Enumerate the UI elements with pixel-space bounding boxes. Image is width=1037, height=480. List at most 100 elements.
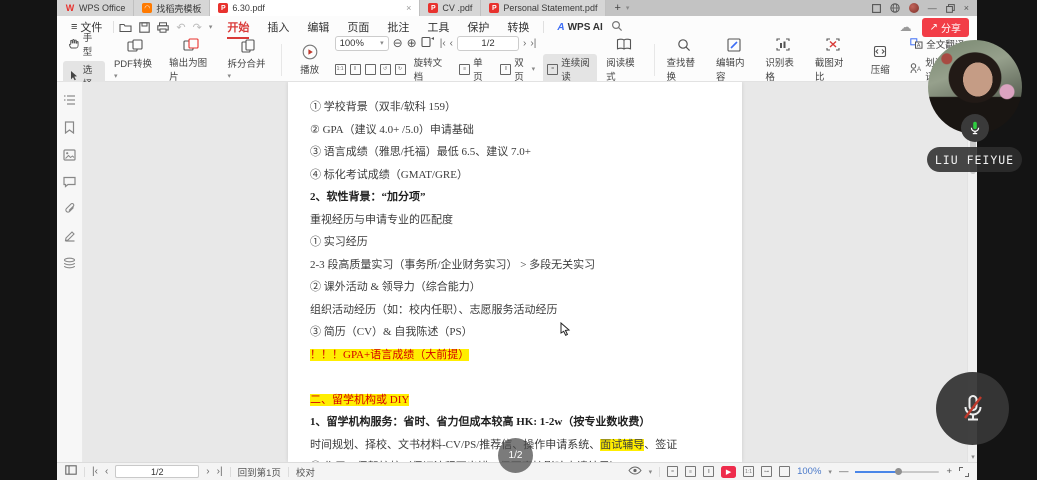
prev-page-button[interactable]: ‹ [450, 38, 453, 49]
chevron-down-icon[interactable]: ▾ [828, 468, 832, 476]
page-number-input[interactable]: 1/2 [115, 465, 199, 478]
menu-item-转换[interactable]: 转换 [498, 17, 538, 37]
actual-size-icon[interactable]: 1:1 [743, 466, 754, 477]
menu-item-开始[interactable]: 开始 [218, 17, 258, 37]
tab-WPS Office[interactable]: WWPS Office [57, 0, 134, 16]
play-button[interactable]: 播放 [289, 42, 331, 78]
page-manage-icon[interactable] [421, 35, 436, 51]
rotate-doc-button[interactable]: 旋转文档 [410, 54, 452, 84]
zoom-select[interactable]: 100% ▾ [335, 36, 389, 51]
scroll-down-icon[interactable]: ▾ [968, 453, 977, 461]
pdf-page[interactable]: ① 学校背景（双非/软科 159）② GPA（建议 4.0+ /5.0）申请基础… [288, 82, 742, 462]
page-number-input[interactable]: 1/2 [457, 36, 519, 51]
tab-label: WPS Office [79, 3, 125, 13]
menu-item-批注[interactable]: 批注 [378, 17, 418, 37]
redo-icon[interactable]: ↷ [193, 21, 202, 34]
attachment-icon[interactable] [64, 203, 76, 215]
export-image-button[interactable]: 输出为图片 [164, 35, 218, 85]
zoom-out-icon[interactable]: ⊖ [393, 37, 403, 49]
share-button[interactable]: ↗ 分享 [922, 18, 969, 37]
close-button[interactable]: × [964, 3, 969, 13]
chevron-down-icon[interactable]: ▾ [209, 23, 213, 31]
next-page-button[interactable]: › [206, 466, 209, 477]
read-mode-button[interactable]: 阅读模式 [601, 35, 646, 85]
tab-wps-ai[interactable]: A WPS AI [549, 22, 610, 33]
continuous-view-icon[interactable]: = [667, 466, 678, 477]
outline-icon[interactable] [63, 94, 76, 106]
first-page-button[interactable]: |‹ [92, 466, 98, 477]
menu-item-插入[interactable]: 插入 [258, 17, 298, 37]
fullscreen-icon[interactable] [959, 467, 969, 477]
edit-content-button[interactable]: 编辑内容 [711, 35, 756, 85]
menu-item-编辑[interactable]: 编辑 [298, 17, 338, 37]
layers-icon[interactable] [63, 257, 76, 269]
print-icon[interactable] [157, 22, 169, 33]
chevron-down-icon[interactable]: ▾ [649, 468, 653, 476]
first-page-button[interactable]: |‹ [440, 38, 446, 49]
single-page-view-icon[interactable]: ≡ [685, 466, 696, 477]
tab-Personal Statement.pdf[interactable]: PPersonal Statement.pdf [481, 0, 606, 16]
zoom-in-button[interactable]: + [946, 466, 952, 477]
tab-6.30.pdf[interactable]: P6.30.pdf× [210, 0, 420, 16]
actual-size-icon[interactable]: 1:1 [335, 64, 346, 75]
split-merge-button[interactable]: 拆分合并 ▾ [222, 36, 273, 83]
zoom-out-button[interactable]: — [839, 466, 849, 477]
tab-label: 6.30.pdf [232, 3, 265, 13]
thumbnail-icon[interactable] [63, 149, 76, 161]
menu-item-保护[interactable]: 保护 [458, 17, 498, 37]
double-page-button[interactable]: ‖ 双页 ▾ [496, 54, 539, 84]
next-page-button[interactable]: › [523, 38, 526, 49]
menu-item-页面[interactable]: 页面 [338, 17, 378, 37]
back-to-page-button[interactable]: 回到第1页 [238, 465, 281, 479]
tab-CV .pdf[interactable]: PCV .pdf [420, 0, 481, 16]
find-replace-label: 查找替换 [667, 55, 702, 83]
find-replace-button[interactable]: 查找替换 [662, 35, 707, 85]
continuous-read-button[interactable]: = 连续阅读 [543, 54, 597, 84]
restore-button[interactable] [946, 4, 955, 13]
globe-icon[interactable] [890, 3, 900, 13]
zoom-slider-knob[interactable] [895, 468, 902, 475]
single-page-button[interactable]: ≡ 单页 [455, 54, 492, 84]
fit-width-icon[interactable]: ‖ [350, 64, 361, 75]
menu-item-工具[interactable]: 工具 [418, 17, 458, 37]
mute-mic-button[interactable] [936, 372, 1009, 445]
eye-icon[interactable] [628, 466, 642, 478]
signature-icon[interactable] [64, 230, 76, 242]
fit-page-icon[interactable] [779, 466, 790, 477]
zoom-in-icon[interactable]: ⊕ [407, 37, 417, 49]
open-folder-icon[interactable] [119, 22, 132, 33]
panel-toggle-icon[interactable] [65, 465, 77, 478]
bookmark-icon[interactable] [64, 121, 75, 134]
pdf-convert-button[interactable]: PDF转换 ▾ [109, 36, 160, 83]
screenshot-compare-button[interactable]: 截图对比 [810, 35, 855, 85]
search-icon[interactable] [611, 20, 623, 35]
cloud-sync-icon[interactable]: ☁ [900, 20, 912, 34]
proofread-button[interactable]: 校对 [296, 465, 315, 479]
rotate-left-icon[interactable]: ↺ [380, 64, 391, 75]
undo-icon[interactable]: ↶ [176, 21, 185, 34]
recognize-table-button[interactable]: 识别表格 [760, 35, 805, 85]
chevron-down-icon[interactable]: ▾ [626, 4, 630, 12]
user-avatar[interactable] [909, 3, 919, 13]
fit-page-icon[interactable] [365, 64, 376, 75]
rotate-right-icon[interactable]: ↻ [395, 64, 406, 75]
double-page-view-icon[interactable]: ‖ [703, 466, 714, 477]
document-area[interactable]: ① 学校背景（双非/软科 159）② GPA（建议 4.0+ /5.0）申请基础… [83, 82, 977, 462]
play-mode-button[interactable]: ▶ [721, 466, 736, 478]
prev-page-button[interactable]: ‹ [105, 466, 108, 477]
new-tab-button[interactable]: + ▾ [606, 0, 637, 16]
last-page-button[interactable]: ›| [217, 466, 223, 477]
comment-icon[interactable] [63, 176, 76, 188]
zoom-value[interactable]: 100% [797, 466, 821, 477]
compress-button[interactable]: 压缩 [859, 42, 901, 78]
minimize-button[interactable]: — [928, 3, 937, 13]
layout-icon[interactable] [872, 4, 881, 13]
last-page-button[interactable]: ›| [530, 38, 536, 49]
tab-找稻壳模板[interactable]: ◠找稻壳模板 [134, 0, 210, 16]
close-icon[interactable]: × [396, 3, 411, 13]
fit-width-icon[interactable]: ⊶ [761, 466, 772, 477]
hand-tool-button[interactable]: 手型 [63, 29, 105, 59]
document-line: ② GPA（建议 4.0+ /5.0）申请基础 [310, 121, 722, 144]
save-icon[interactable] [139, 22, 150, 33]
zoom-slider[interactable] [855, 471, 939, 473]
